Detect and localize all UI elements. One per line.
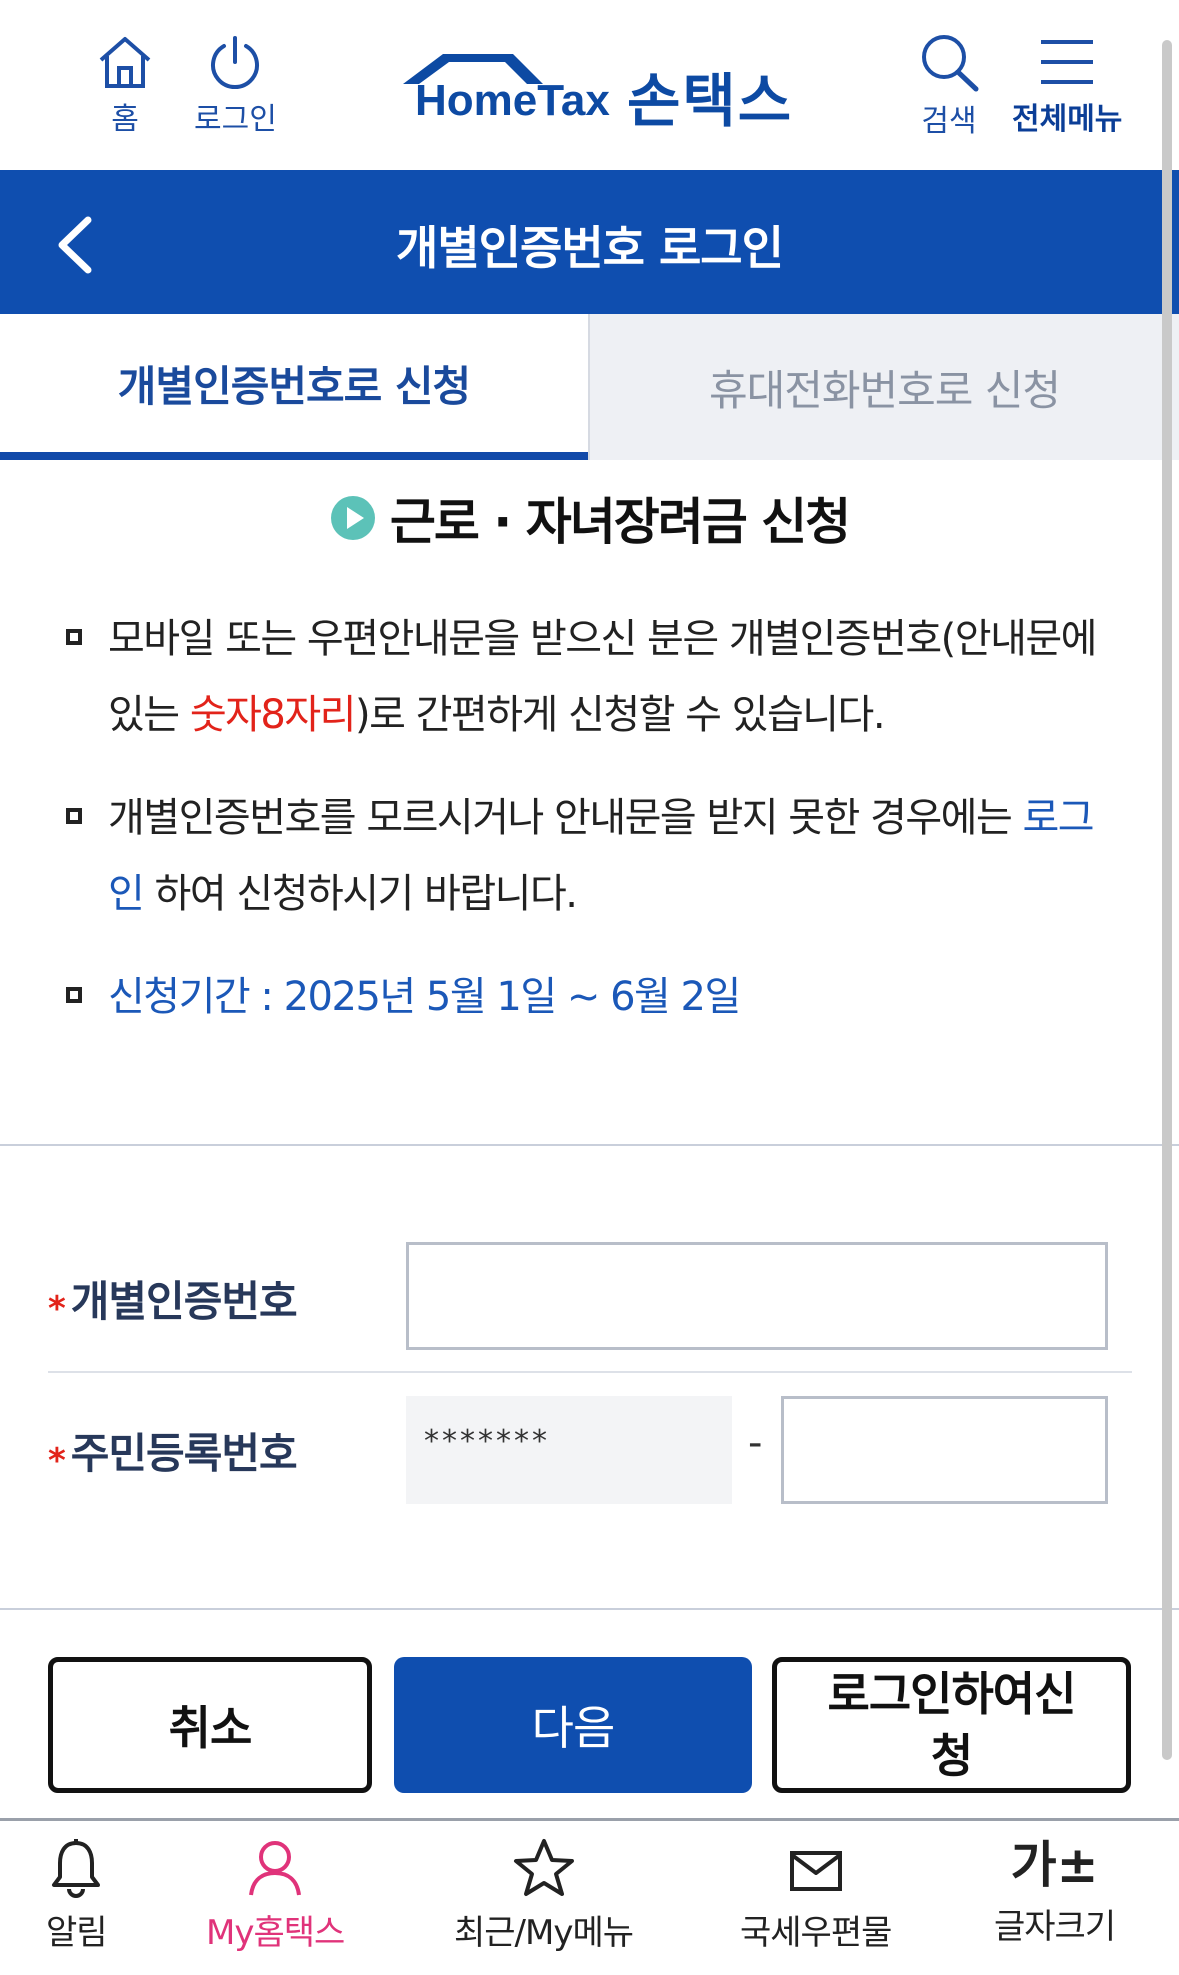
cert-number-label-text: 개별인증번호 [70, 1277, 298, 1326]
rrn-label: * 주민등록번호 [48, 1420, 298, 1481]
nav-tax-mail-label: 국세우편물 [740, 1913, 892, 1953]
nav-alerts[interactable]: 알림 [46, 1837, 108, 1954]
home-label: 홈 [111, 102, 139, 137]
required-mark: * [48, 1289, 66, 1329]
bell-icon [52, 1839, 101, 1898]
scrollbar[interactable] [1162, 40, 1172, 1760]
nav-font-size-label: 글자크기 [994, 1907, 1116, 1947]
next-button[interactable]: 다음 [394, 1657, 752, 1793]
bullet-square-icon [66, 808, 82, 824]
power-icon [211, 36, 260, 90]
rrn-front-field: ******* [406, 1396, 732, 1504]
tab-phone-number[interactable]: 휴대전화번호로 신청 [588, 314, 1179, 460]
bullet2-text-pre: 개별인증번호를 모르시거나 안내문을 받지 못한 경우에는 [108, 795, 1023, 841]
cancel-button[interactable]: 취소 [48, 1657, 372, 1793]
rrn-label-text: 주민등록번호 [70, 1429, 298, 1478]
login-button[interactable]: 로그인 [194, 34, 277, 138]
login-label: 로그인 [194, 102, 277, 137]
search-label: 검색 [921, 104, 977, 139]
required-mark: * [48, 1441, 66, 1481]
section-heading: 근로 · 자녀장려금 신청 [0, 482, 1179, 554]
info-bullet-3: 신청기간 : 2025년 5월 1일 ~ 6월 2일 [66, 959, 1126, 1035]
cert-number-input[interactable] [406, 1242, 1108, 1350]
rrn-dash: - [748, 1420, 763, 1466]
search-icon [922, 35, 979, 92]
page-title-bar: 개별인증번호 로그인 [0, 170, 1179, 314]
application-period: 신청기간 : 2025년 5월 1일 ~ 6월 2일 [108, 974, 741, 1020]
nav-recent-menu[interactable]: 최근/My메뉴 [454, 1837, 634, 1954]
rrn-back-input[interactable] [781, 1396, 1108, 1504]
full-menu-button[interactable]: 전체메뉴 [1012, 36, 1122, 138]
play-circle-icon [330, 496, 375, 540]
home-icon [99, 37, 151, 88]
info-bullet-1: 모바일 또는 우편안내문을 받으신 분은 개별인증번호(안내문에 있는 숫자8자… [66, 601, 1126, 753]
mail-icon [789, 1851, 842, 1891]
font-size-icon: 가± [1010, 1836, 1099, 1894]
bullet1-highlight: 숫자8자리 [189, 692, 357, 738]
nav-font-size[interactable]: 가± 글자크기 [994, 1836, 1116, 1948]
section-divider [0, 1144, 1179, 1146]
bullet1-text-post: )로 간편하게 신청할 수 있습니다. [354, 692, 886, 738]
star-icon [513, 1839, 574, 1896]
nav-my-hometax[interactable]: My홈택스 [206, 1837, 345, 1954]
logo-text: HomeTax [415, 76, 610, 125]
person-icon [249, 1841, 302, 1896]
page-title: 개별인증번호 로그인 [396, 221, 784, 275]
home-button[interactable]: 홈 [96, 34, 154, 138]
nav-my-hometax-label: My홈택스 [206, 1913, 345, 1953]
full-menu-label: 전체메뉴 [1012, 102, 1123, 137]
hamburger-icon [1041, 40, 1094, 84]
cert-number-label: * 개별인증번호 [48, 1268, 298, 1329]
tab-bar: 개별인증번호로 신청 휴대전화번호로 신청 [0, 314, 1179, 460]
hometax-logo[interactable]: HomeTax 손택스 [395, 48, 795, 135]
app-header: 홈 로그인 HomeTax 손택스 검색 전체메뉴 [0, 0, 1179, 170]
form-row-separator [48, 1371, 1132, 1373]
logo-korean-text: 손택스 [627, 67, 794, 135]
info-bullet-2: 개별인증번호를 모르시거나 안내문을 받지 못한 경우에는 로그인 하여 신청하… [66, 780, 1126, 932]
tab-cert-number[interactable]: 개별인증번호로 신청 [0, 314, 588, 460]
bullet-square-icon [66, 987, 82, 1003]
form-divider [0, 1608, 1179, 1610]
bottom-navigation: 알림 My홈택스 최근/My메뉴 국세우편물 가± 글자크기 [0, 1818, 1179, 1975]
bullet-square-icon [66, 629, 82, 645]
nav-recent-menu-label: 최근/My메뉴 [454, 1913, 634, 1953]
section-title: 근로 · 자녀장려금 신청 [389, 493, 851, 551]
nav-alerts-label: 알림 [46, 1913, 108, 1953]
login-apply-button[interactable]: 로그인하여신청 [772, 1657, 1131, 1793]
search-button[interactable]: 검색 [918, 32, 980, 140]
bullet2-text-post: 하여 신청하시기 바랍니다. [143, 871, 578, 917]
nav-tax-mail[interactable]: 국세우편물 [740, 1837, 892, 1954]
